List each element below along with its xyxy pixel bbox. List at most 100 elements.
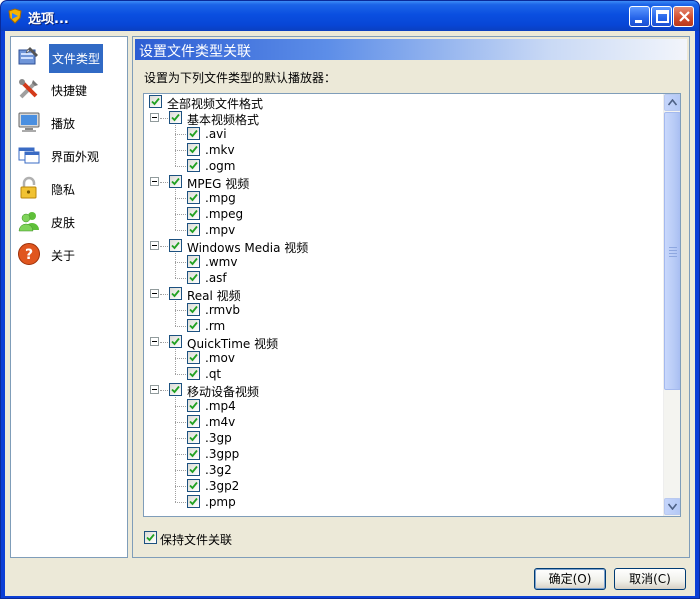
app-icon [7, 8, 23, 24]
tree-item-label: .mpeg [205, 207, 244, 221]
tree-connector [175, 486, 186, 487]
tree-connector [160, 342, 168, 343]
tree-checkbox[interactable] [187, 159, 200, 172]
tree-checkbox[interactable] [187, 271, 200, 284]
tree-checkbox[interactable] [187, 367, 200, 380]
keep-association-checkbox[interactable] [144, 531, 157, 544]
tree-checkbox[interactable] [169, 335, 182, 348]
tree-connector [175, 214, 186, 215]
sidebar-item-label: 隐私 [51, 183, 76, 197]
tree-item-label: MPEG 视频 [187, 177, 250, 191]
tree-connector [175, 397, 176, 502]
sidebar-item-skins[interactable]: 皮肤 [15, 206, 123, 236]
tree-scrollbar[interactable] [663, 94, 680, 516]
category-sidebar: 文件类型 快捷键 播放 界面外观 隐私 皮肤 ? 关于 [10, 36, 128, 558]
tree-checkbox[interactable] [187, 447, 200, 460]
tree-checkbox[interactable] [187, 143, 200, 156]
lock-icon [17, 176, 41, 200]
tree-item-label: .mpv [205, 223, 236, 237]
sidebar-item-label: 快捷键 [51, 84, 88, 98]
tree-checkbox[interactable] [169, 111, 182, 124]
ok-button[interactable]: 确定(O) [534, 568, 606, 590]
tree-item-label: .3g2 [205, 463, 232, 477]
sidebar-item-appearance[interactable]: 界面外观 [15, 140, 123, 170]
sidebar-item-label: 皮肤 [51, 216, 76, 230]
tree-item-label: .rmvb [205, 303, 240, 317]
tree-connector [175, 301, 176, 326]
title-bar[interactable]: 选项... [1, 1, 699, 31]
tree-connector [175, 438, 186, 439]
collapse-toggle[interactable] [150, 289, 159, 298]
sidebar-item-label: 界面外观 [51, 150, 100, 164]
tree-connector [175, 189, 176, 230]
tree-item-label: Windows Media 视频 [187, 241, 309, 255]
sidebar-item-hotkeys[interactable]: 快捷键 [15, 74, 123, 104]
dialog-client: 文件类型 快捷键 播放 界面外观 隐私 皮肤 ? 关于 设置文件类型关联 设置为… [5, 31, 695, 596]
collapse-toggle[interactable] [150, 113, 159, 122]
file-type-tree: 全部视频文件格式 基本视频格式 .avi .mkv .ogm MPEG 视频 .mpg .mp… [143, 93, 681, 517]
tree-rows: 全部视频文件格式 基本视频格式 .avi .mkv .ogm MPEG 视频 .mpg .mp… [144, 94, 664, 516]
tree-connector [175, 125, 176, 166]
tree-item-label: .3gpp [205, 447, 240, 461]
tree-checkbox[interactable] [187, 415, 200, 428]
tree-item-label: 基本视频格式 [187, 113, 260, 127]
tree-checkbox[interactable] [187, 399, 200, 412]
keep-association-label: 保持文件关联 [160, 533, 233, 547]
tree-item-label: .rm [205, 319, 226, 333]
tree-connector [175, 326, 186, 327]
tree-connector [175, 406, 186, 407]
tree-checkbox[interactable] [169, 175, 182, 188]
tree-checkbox[interactable] [187, 303, 200, 316]
close-button[interactable] [673, 6, 694, 27]
panel-header: 设置文件类型关联 [135, 39, 687, 60]
tree-connector [175, 502, 186, 503]
tree-checkbox[interactable] [187, 351, 200, 364]
panel-description: 设置为下列文件类型的默认播放器： [144, 71, 337, 85]
sidebar-item-playback[interactable]: 播放 [15, 107, 123, 137]
tree-connector [175, 358, 186, 359]
tree-connector [175, 253, 176, 278]
tree-checkbox[interactable] [187, 191, 200, 204]
tree-connector [160, 182, 168, 183]
tree-connector [175, 374, 186, 375]
cancel-button[interactable]: 取消(C) [614, 568, 686, 590]
users-icon [17, 209, 41, 233]
tree-checkbox[interactable] [169, 383, 182, 396]
collapse-toggle[interactable] [150, 241, 159, 250]
tools-icon [17, 77, 41, 101]
scroll-down-button[interactable] [664, 498, 680, 515]
panel-title: 设置文件类型关联 [139, 44, 251, 60]
tree-checkbox[interactable] [187, 127, 200, 140]
tree-item-label: .3gp2 [205, 479, 240, 493]
collapse-toggle[interactable] [150, 177, 159, 186]
scroll-up-button[interactable] [664, 94, 680, 111]
tree-checkbox[interactable] [187, 255, 200, 268]
tree-item-label: .mp4 [205, 399, 236, 413]
tree-checkbox[interactable] [187, 431, 200, 444]
tree-checkbox[interactable] [187, 479, 200, 492]
sidebar-item-file-types[interactable]: 文件类型 [15, 41, 123, 73]
tree-checkbox[interactable] [187, 319, 200, 332]
keep-association-option[interactable]: 保持文件关联 [144, 530, 344, 547]
tree-item-label: .mpg [205, 191, 236, 205]
tree-checkbox[interactable] [149, 95, 162, 108]
monitor-icon [17, 110, 41, 134]
tree-checkbox[interactable] [187, 463, 200, 476]
tree-connector [160, 294, 168, 295]
tree-connector [175, 262, 186, 263]
tree-connector [175, 134, 186, 135]
scroll-thumb[interactable] [664, 112, 680, 390]
sidebar-item-about[interactable]: ? 关于 [15, 239, 123, 269]
tree-checkbox[interactable] [187, 495, 200, 508]
tree-checkbox[interactable] [169, 239, 182, 252]
tree-checkbox[interactable] [187, 223, 200, 236]
tree-checkbox[interactable] [169, 287, 182, 300]
collapse-toggle[interactable] [150, 385, 159, 394]
maximize-button[interactable] [651, 6, 672, 27]
collapse-toggle[interactable] [150, 337, 159, 346]
minimize-button[interactable] [629, 6, 650, 27]
tree-checkbox[interactable] [187, 207, 200, 220]
sidebar-item-privacy[interactable]: 隐私 [15, 173, 123, 203]
tree-item-label: 全部视频文件格式 [167, 97, 264, 111]
file-types-icon [17, 44, 41, 68]
